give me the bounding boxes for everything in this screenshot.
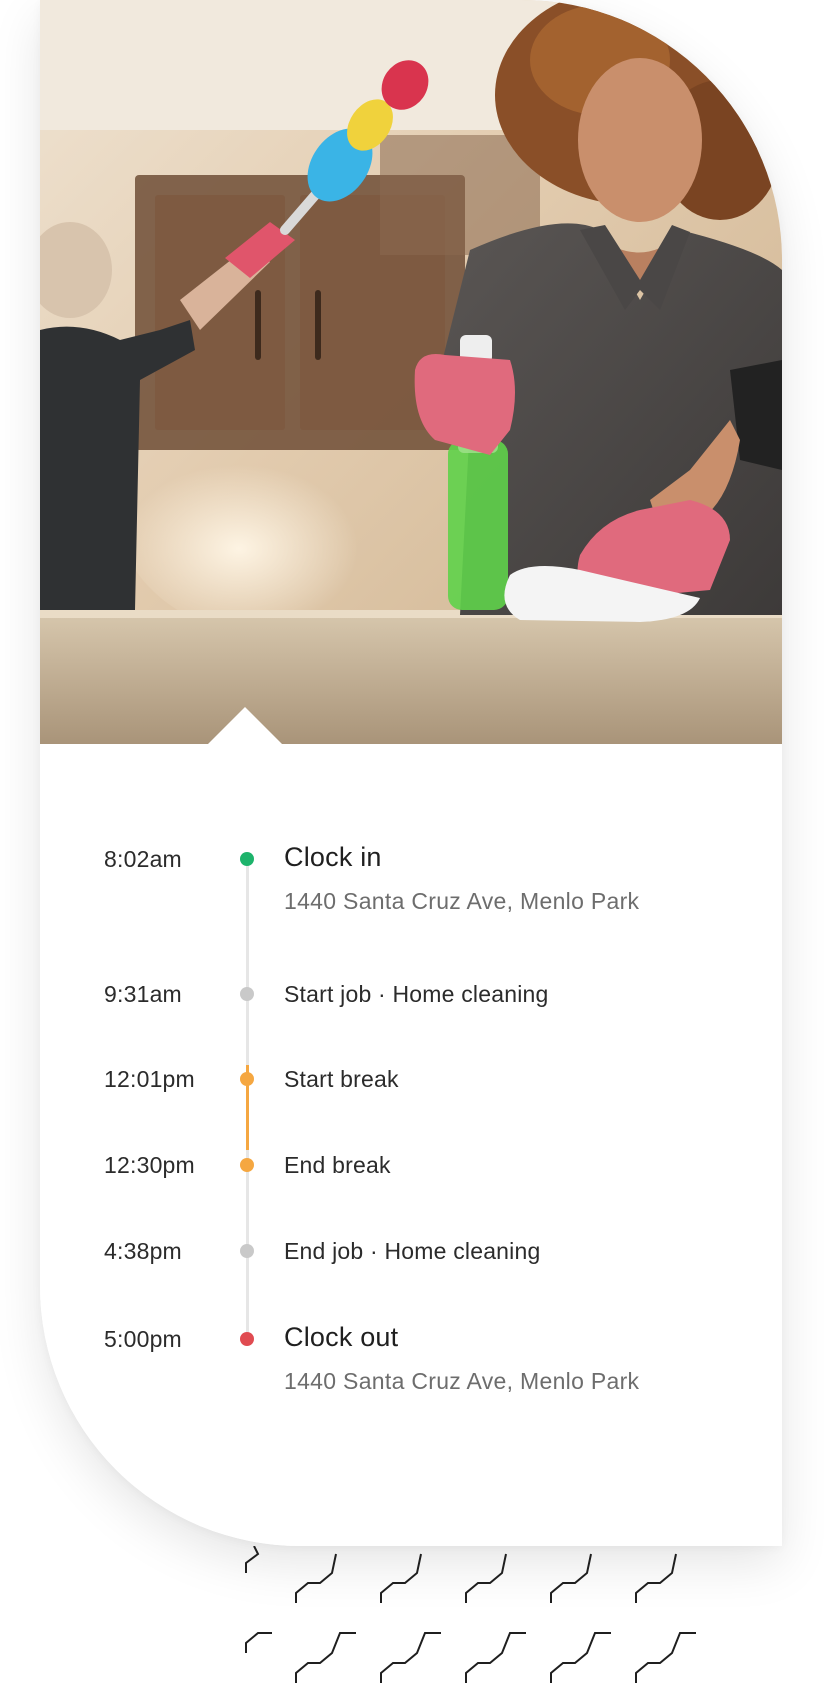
break-dot	[240, 1158, 254, 1172]
job-dot	[240, 1244, 254, 1258]
entry-label: Clock out	[284, 1322, 399, 1352]
entry-time: 4:38pm	[104, 1238, 182, 1264]
entry-label: Start job · Home cleaning	[284, 981, 549, 1007]
entry-address: 1440 Santa Cruz Ave, Menlo Park	[284, 1368, 640, 1394]
entry-label: End break	[284, 1152, 391, 1178]
page: 8:02am Clock in 1440 Santa Cruz Ave, Men…	[0, 0, 824, 1684]
entry-address: 1440 Santa Cruz Ave, Menlo Park	[284, 888, 640, 914]
timesheet-card: 8:02am Clock in 1440 Santa Cruz Ave, Men…	[40, 0, 782, 1546]
clock-out-dot	[240, 1332, 254, 1346]
job-dot	[240, 987, 254, 1001]
entry-label: Start break	[284, 1066, 399, 1092]
entry-time: 9:31am	[104, 981, 182, 1007]
break-dot	[240, 1072, 254, 1086]
entry-time: 8:02am	[104, 846, 182, 872]
cleaning-photo	[40, 0, 782, 744]
entry-label: Clock in	[284, 842, 382, 872]
entry-label: End job · Home cleaning	[284, 1238, 541, 1264]
timeline: 8:02am Clock in 1440 Santa Cruz Ave, Men…	[40, 744, 782, 1546]
pointer-notch	[207, 707, 283, 745]
clock-in-dot	[240, 852, 254, 866]
entry-time: 12:30pm	[104, 1152, 195, 1178]
entry-time: 5:00pm	[104, 1326, 182, 1352]
entry-time: 12:01pm	[104, 1066, 195, 1092]
zigzag-pattern-decoration	[245, 1546, 696, 1683]
